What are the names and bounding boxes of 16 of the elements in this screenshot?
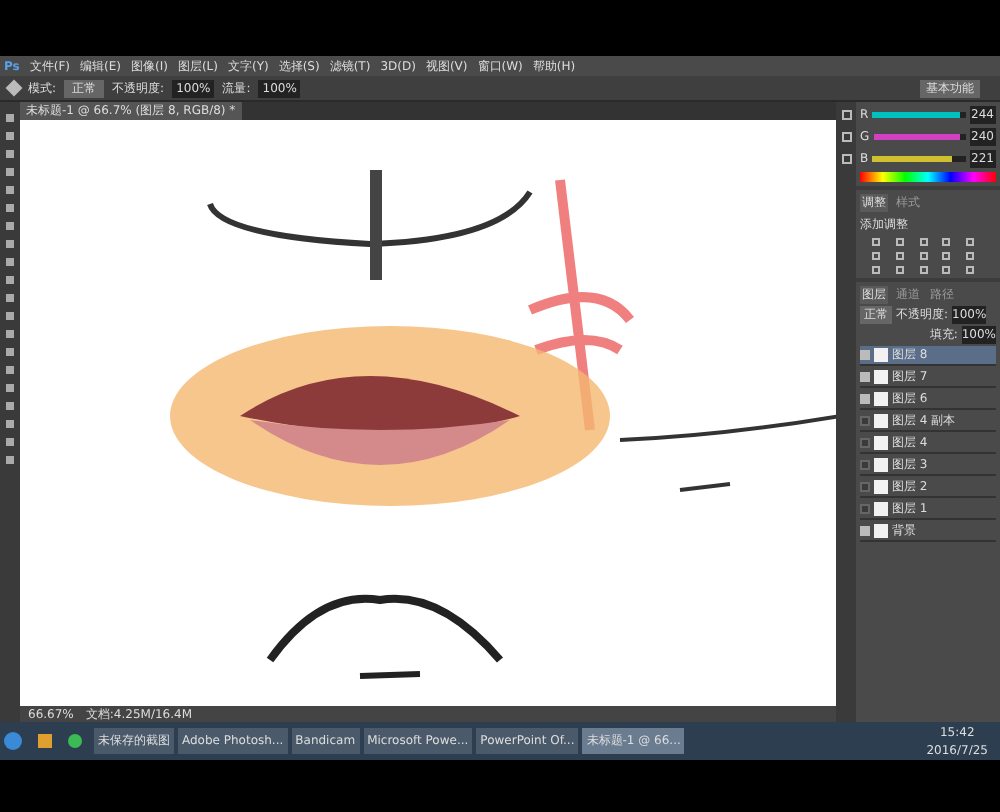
visibility-toggle[interactable] (860, 394, 870, 404)
visibility-toggle[interactable] (860, 416, 870, 426)
start-icon[interactable] (4, 732, 22, 750)
color-slider[interactable] (872, 112, 966, 118)
browser-icon[interactable] (68, 734, 82, 748)
visibility-toggle[interactable] (860, 482, 870, 492)
brush-icon[interactable] (5, 79, 23, 97)
visibility-toggle[interactable] (860, 372, 870, 382)
visibility-toggle[interactable] (860, 504, 870, 514)
color-slider[interactable] (873, 134, 966, 140)
visibility-toggle[interactable] (860, 350, 870, 360)
color-spectrum[interactable] (860, 172, 996, 182)
visibility-toggle[interactable] (860, 526, 870, 536)
color-slider[interactable] (872, 156, 966, 162)
visibility-toggle[interactable] (860, 438, 870, 448)
visibility-toggle[interactable] (860, 460, 870, 470)
